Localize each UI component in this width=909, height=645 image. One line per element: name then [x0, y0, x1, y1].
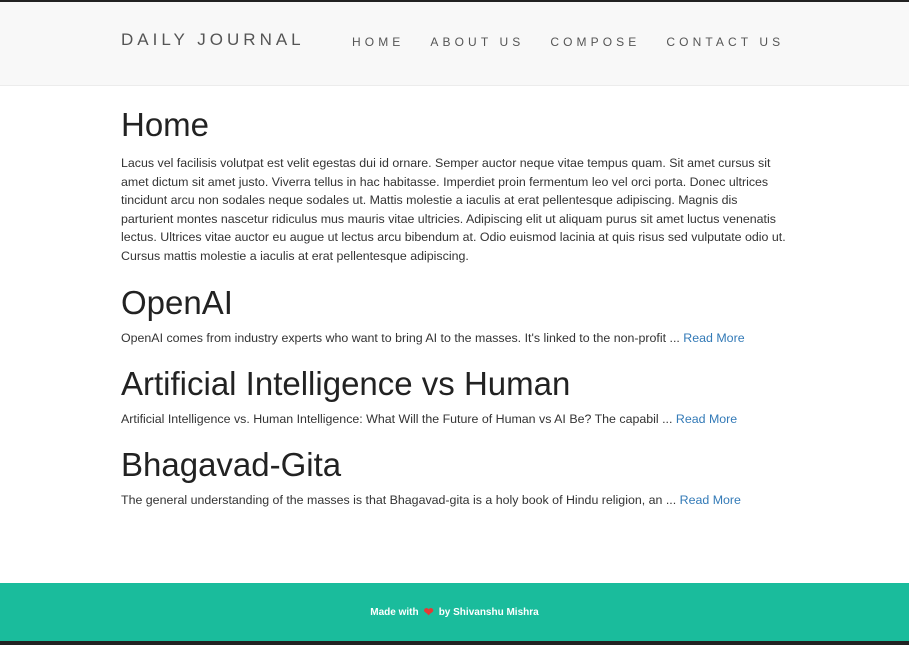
footer-author: by Shivanshu Mishra [438, 606, 539, 618]
nav-menu: HOME ABOUT US COMPOSE CONTACT US [352, 33, 810, 51]
nav-link-about-us[interactable]: ABOUT US [430, 35, 524, 49]
nav-item-home: HOME [352, 33, 430, 51]
post-excerpt-text: OpenAI comes from industry experts who w… [121, 330, 680, 345]
home-intro-text: Lacus vel facilisis volutpat est velit e… [121, 156, 786, 263]
main-content: Home Lacus vel facilisis volutpat est ve… [121, 106, 791, 509]
read-more-link[interactable]: Read More [683, 331, 744, 345]
nav-link-home[interactable]: HOME [352, 35, 404, 49]
post-title: Bhagavad-Gita [121, 445, 342, 483]
post-excerpt: OpenAI comes from industry experts who w… [121, 329, 791, 347]
nav-item-about: ABOUT US [430, 33, 550, 51]
post-excerpt: The general understanding of the masses … [121, 491, 791, 509]
post-excerpt-text: The general understanding of the masses … [121, 492, 677, 507]
post-item: Artificial Intelligence vs Human Artific… [121, 365, 791, 428]
nav-item-contact: CONTACT US [666, 33, 810, 51]
post-excerpt: Artificial Intelligence vs. Human Intell… [121, 410, 791, 428]
nav-link-contact-us[interactable]: CONTACT US [666, 35, 784, 49]
post-item: OpenAI OpenAI comes from industry expert… [121, 284, 791, 347]
nav-item-compose: COMPOSE [550, 33, 666, 51]
footer-made-with: Made with [370, 606, 419, 618]
read-more-link[interactable]: Read More [676, 412, 737, 426]
footer: Made with ❤ by Shivanshu Mishra [0, 583, 909, 641]
heart-icon: ❤ [423, 605, 434, 619]
page-title: Home [121, 106, 210, 143]
post-item: Bhagavad-Gita The general understanding … [121, 446, 791, 509]
post-title: OpenAI [121, 283, 233, 321]
post-excerpt-text: Artificial Intelligence vs. Human Intell… [121, 411, 673, 426]
nav-link-compose[interactable]: COMPOSE [550, 35, 640, 49]
navbar: DAILY JOURNAL HOME ABOUT US COMPOSE CONT… [0, 2, 909, 86]
read-more-link[interactable]: Read More [680, 493, 741, 507]
brand-link[interactable]: DAILY JOURNAL [121, 30, 305, 50]
post-title: Artificial Intelligence vs Human [121, 364, 571, 402]
bottom-bar [0, 641, 909, 645]
